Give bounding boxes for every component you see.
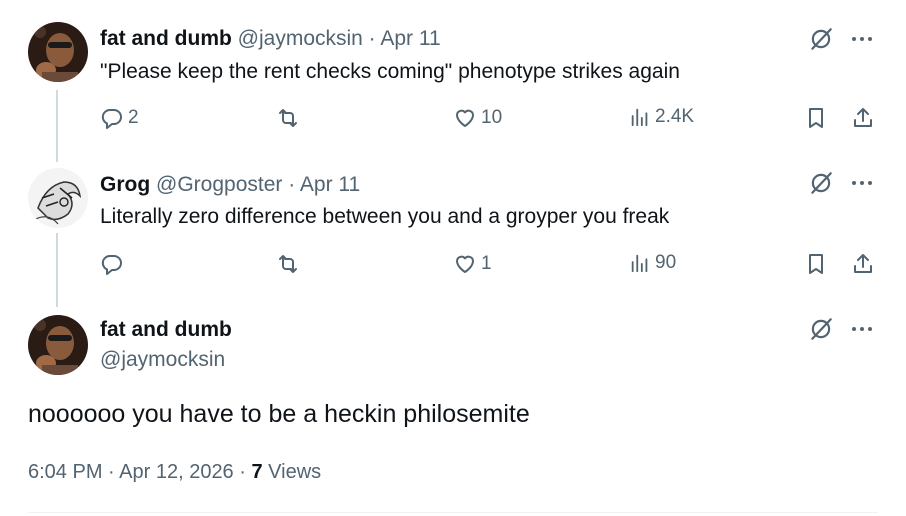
more-button[interactable]: [849, 28, 875, 55]
tweet-text: "Please keep the rent checks coming" phe…: [100, 60, 680, 83]
more-icon: [849, 327, 875, 344]
avatar[interactable]: [28, 22, 88, 82]
replies-count: 2: [128, 107, 139, 128]
grok-icon: [808, 172, 834, 200]
handle-and-date[interactable]: @Grogposter · Apr 11: [156, 173, 360, 196]
bookmark-button[interactable]: [804, 252, 828, 276]
reply-icon: [100, 106, 124, 130]
views-count: 90: [655, 252, 677, 273]
divider: [28, 512, 878, 513]
more-icon: [849, 181, 875, 198]
heart-button[interactable]: 10: [453, 106, 502, 130]
bookmark-button[interactable]: [804, 106, 828, 130]
share-button[interactable]: [851, 252, 875, 276]
tweet-header: Grog @Grogposter · Apr 11: [100, 172, 360, 198]
views-count: 7: [251, 461, 263, 483]
grok-button[interactable]: [808, 316, 834, 347]
analytics-icon: [629, 106, 651, 128]
reply-button[interactable]: 2: [100, 106, 139, 130]
tweet-timestamp: 6:04 PM · Apr 12, 2026 · 7 Views: [28, 461, 321, 484]
thread-connector-line: [56, 233, 58, 307]
grok-icon: [808, 28, 834, 56]
grok-icon: [808, 318, 834, 346]
likes-count: 10: [481, 107, 503, 128]
heart-icon: [453, 106, 477, 130]
bookmark-icon: [804, 252, 828, 276]
views-count: 2.4K: [655, 106, 695, 127]
heart-button[interactable]: 1: [453, 252, 492, 276]
share-button[interactable]: [851, 106, 875, 130]
more-icon: [849, 37, 875, 54]
retweet-icon: [276, 252, 300, 276]
share-icon: [851, 252, 875, 276]
main-tweet-text: noooooo you have to be a heckin philosem…: [28, 400, 530, 428]
analytics-button[interactable]: 90: [629, 252, 676, 274]
reply-icon: [100, 252, 124, 276]
thread-connector-line: [56, 90, 58, 162]
grok-button[interactable]: [808, 170, 834, 201]
main-display-name[interactable]: fat and dumb: [100, 318, 232, 342]
grok-button[interactable]: [808, 26, 834, 57]
avatar[interactable]: [28, 315, 88, 375]
analytics-button[interactable]: 2.4K: [629, 106, 694, 128]
analytics-icon: [629, 252, 651, 274]
display-name[interactable]: fat and dumb: [100, 27, 232, 50]
bookmark-icon: [804, 106, 828, 130]
share-icon: [851, 106, 875, 130]
main-handle[interactable]: @jaymocksin: [100, 348, 225, 372]
tweet-text: Literally zero difference between you an…: [100, 205, 670, 228]
avatar[interactable]: [28, 168, 88, 228]
more-button[interactable]: [849, 318, 875, 345]
likes-count: 1: [481, 253, 492, 274]
retweet-button[interactable]: [276, 252, 304, 276]
retweet-button[interactable]: [276, 106, 304, 130]
views-label: Views: [268, 461, 322, 483]
retweet-icon: [276, 106, 300, 130]
handle-and-date[interactable]: @jaymocksin · Apr 11: [238, 27, 441, 50]
timestamp-text[interactable]: 6:04 PM · Apr 12, 2026 ·: [28, 461, 251, 483]
reply-button[interactable]: [100, 252, 128, 276]
heart-icon: [453, 252, 477, 276]
more-button[interactable]: [849, 172, 875, 199]
display-name[interactable]: Grog: [100, 173, 150, 196]
tweet-header: fat and dumb @jaymocksin · Apr 11: [100, 26, 441, 52]
